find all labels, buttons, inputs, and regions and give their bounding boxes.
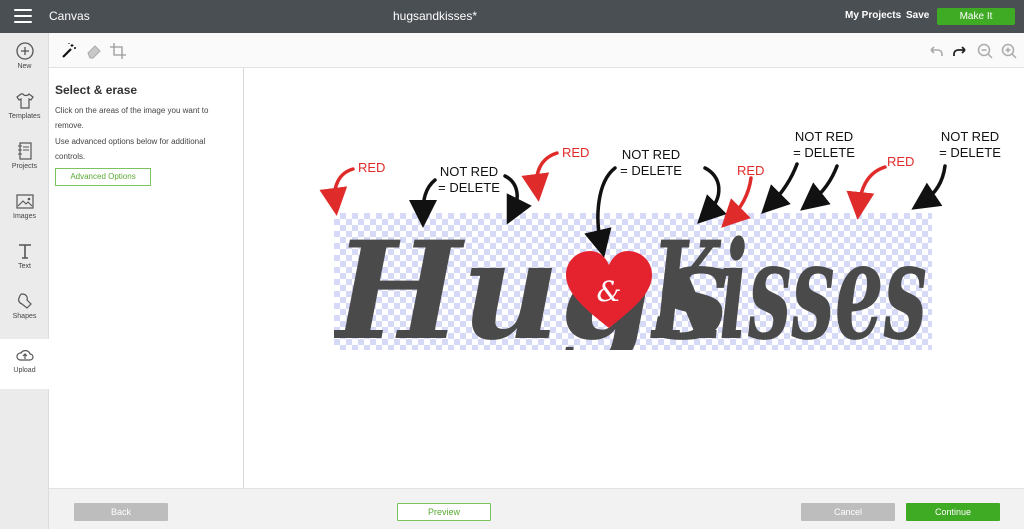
panel-instruction-1: Click on the areas of the image you want…	[55, 106, 209, 130]
make-it-button[interactable]: Make It	[937, 8, 1015, 25]
rail-label-projects: Projects	[11, 163, 38, 170]
annotation-line: NOT RED	[940, 129, 1000, 144]
rail-item-shapes[interactable]: Shapes	[0, 291, 49, 341]
cancel-button[interactable]: Cancel	[801, 503, 895, 521]
my-projects-link[interactable]: My Projects	[845, 10, 901, 21]
upload-cloud-icon	[15, 350, 34, 361]
annotation-line: NOT RED	[621, 147, 681, 162]
red-arrow	[846, 165, 887, 220]
artwork-image[interactable]: Hugs Kisses &	[330, 211, 932, 370]
red-arrow	[721, 176, 753, 228]
rail-item-upload[interactable]: Upload	[0, 339, 49, 389]
black-arrow	[800, 164, 839, 211]
black-arrow	[911, 164, 947, 210]
rail-label-upload: Upload	[13, 367, 36, 374]
bottom-bar: Back Preview Cancel Continue	[49, 488, 1024, 529]
text-icon	[18, 244, 31, 259]
red-arrow	[319, 167, 355, 216]
black-arrow	[697, 166, 727, 224]
annotation-line: NOT RED	[794, 129, 854, 144]
annotation-red-3: RED	[737, 163, 765, 178]
panel-instruction-2: Use advanced options below for additiona…	[55, 137, 206, 161]
redo-icon[interactable]	[951, 42, 969, 60]
annotation-not-red-3: NOT RED = DELETE	[784, 129, 864, 161]
annotation-red-1: RED	[358, 160, 386, 175]
eraser-icon[interactable]	[85, 42, 103, 60]
annotation-red-4: RED	[887, 154, 915, 169]
hugs-kisses-artwork: Hugs Kisses &	[330, 211, 927, 370]
rail-item-text[interactable]: Text	[0, 241, 49, 291]
annotation-line: NOT RED	[439, 164, 499, 179]
annotation-line: = DELETE	[438, 180, 500, 195]
ampersand: &	[597, 275, 622, 308]
annotation-line: = DELETE	[939, 145, 1001, 160]
rail-item-templates[interactable]: Templates	[0, 91, 49, 141]
image-icon	[15, 194, 34, 209]
continue-button[interactable]: Continue	[906, 503, 1000, 521]
rail-label-images: Images	[13, 213, 36, 220]
panel-title: Select & erase	[55, 83, 138, 97]
notebook-icon	[17, 142, 32, 160]
magic-wand-icon[interactable]	[60, 42, 78, 60]
crop-icon[interactable]	[109, 42, 127, 60]
zoom-in-icon[interactable]	[1000, 42, 1018, 60]
rail-label-shapes: Shapes	[12, 313, 37, 320]
advanced-options-button[interactable]: Advanced Options	[55, 168, 151, 186]
shapes-icon	[17, 293, 32, 309]
image-canvas[interactable]: Hugs Kisses & RED NOT RED = DELETE RED N…	[245, 68, 1024, 488]
back-button[interactable]: Back	[74, 503, 168, 521]
annotation-not-red-2: NOT RED = DELETE	[611, 147, 691, 179]
annotation-not-red-1: NOT RED = DELETE	[429, 164, 509, 196]
document-title: hugsandkisses*	[392, 9, 478, 23]
left-rail: New Templates Projects Images Text Shape…	[0, 33, 49, 529]
rail-item-projects[interactable]: Projects	[0, 141, 49, 191]
annotation-not-red-4: NOT RED = DELETE	[930, 129, 1010, 161]
rail-item-images[interactable]: Images	[0, 191, 49, 241]
rail-item-new[interactable]: New	[0, 41, 49, 91]
plus-circle-icon	[15, 42, 34, 60]
undo-icon[interactable]	[927, 42, 945, 60]
annotation-red-2: RED	[562, 145, 590, 160]
annotation-line: = DELETE	[793, 145, 855, 160]
save-link[interactable]: Save	[906, 10, 929, 21]
top-bar: Canvas hugsandkisses* My Projects Save M…	[0, 0, 1024, 33]
annotation-line: = DELETE	[620, 163, 682, 178]
rail-label-templates: Templates	[8, 113, 41, 120]
preview-button[interactable]: Preview	[397, 503, 491, 521]
word-kisses: Kisses	[650, 213, 927, 350]
rail-label-new: New	[17, 63, 32, 70]
select-erase-panel: Select & erase Click on the areas of the…	[49, 68, 244, 488]
edit-toolbar	[49, 33, 1024, 68]
black-arrow	[761, 162, 799, 214]
zoom-out-icon[interactable]	[976, 42, 994, 60]
tshirt-icon	[15, 93, 34, 109]
rail-label-text: Text	[18, 263, 31, 270]
red-arrow	[521, 151, 559, 202]
